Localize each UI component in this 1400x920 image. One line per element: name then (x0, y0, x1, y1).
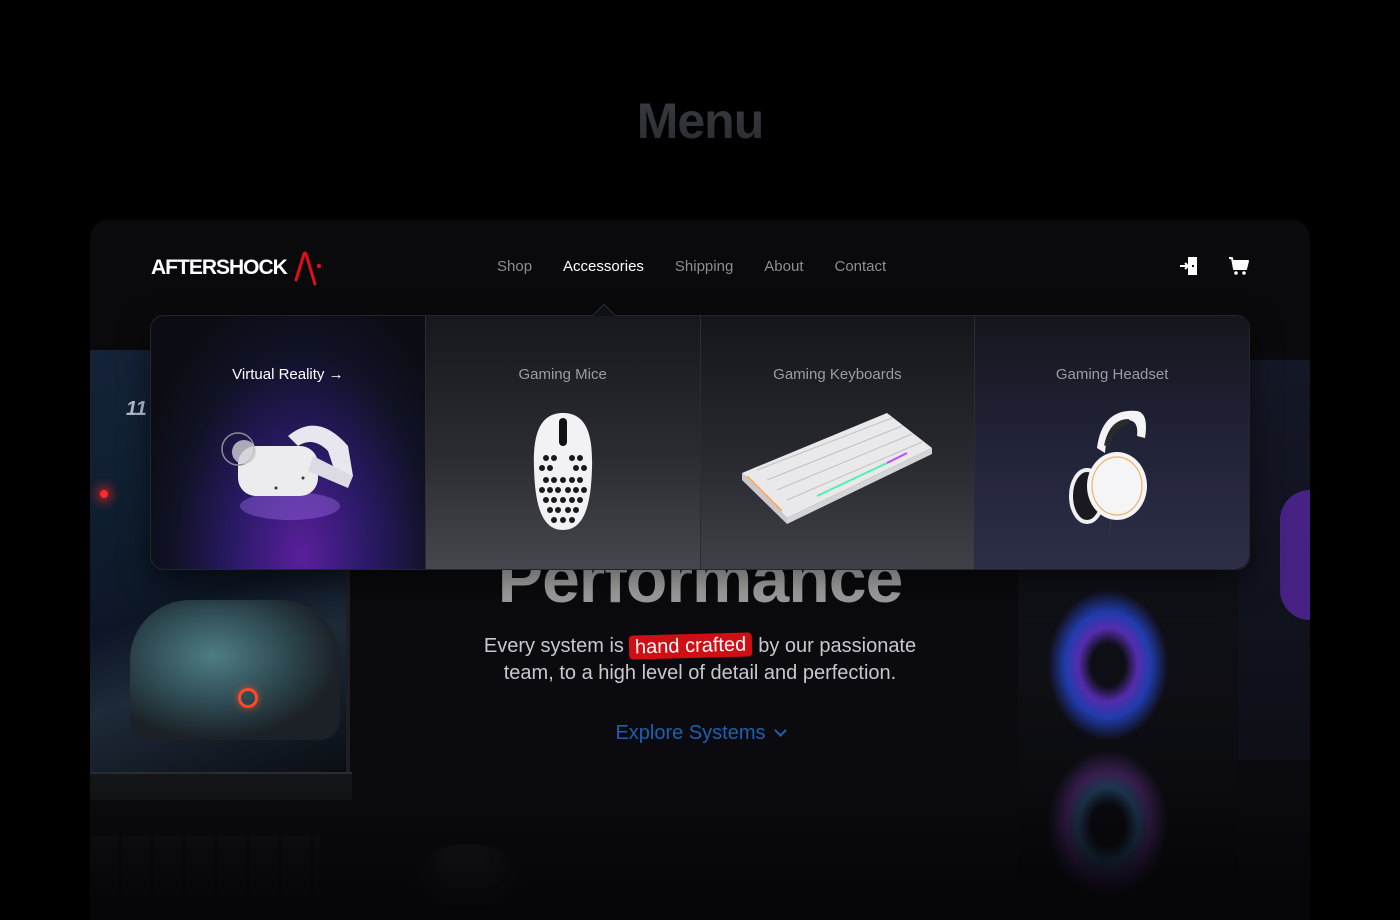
car-taillight (238, 688, 258, 708)
explore-systems-button[interactable]: Explore Systems (90, 722, 1310, 745)
logo-mark-icon (294, 251, 322, 286)
nav-link-contact[interactable]: Contact (835, 258, 887, 275)
nav-link-shipping[interactable]: Shipping (675, 258, 733, 275)
dropdown-item-virtual-reality[interactable]: Virtual Reality → (151, 316, 426, 569)
vr-headset-image (221, 425, 353, 520)
cart-icon[interactable] (1228, 255, 1250, 277)
logo-text: AFTERSHOCK (151, 256, 288, 279)
gaming-keyboard-image (742, 413, 933, 524)
dropdown-item-gaming-headset[interactable]: Gaming Headset (975, 316, 1249, 569)
dropdown-item-label: Virtual Reality → (232, 366, 344, 383)
website-frame: 11 Performance Every system is hand craf… (90, 220, 1310, 920)
nav-link-shop[interactable]: Shop (497, 258, 532, 275)
chevron-down-icon (773, 724, 787, 737)
dropdown-item-gaming-keyboards[interactable]: Gaming Keyboards (700, 316, 976, 569)
explore-systems-label: Explore Systems (615, 722, 766, 744)
subtitle-line2: team, to a high level of detail and perf… (503, 662, 897, 684)
subtitle-before: Every system is (483, 635, 624, 657)
subtitle-after: by our passionate (758, 635, 917, 657)
navbar: AFTERSHOCK Shop Accessories Shipping Abo… (90, 220, 1310, 315)
gaming-headset-image (1069, 410, 1148, 537)
nav-link-accessories[interactable]: Accessories (563, 258, 644, 275)
monitor-number: 11 (126, 398, 147, 420)
gaming-mouse-image (533, 413, 592, 530)
login-icon[interactable] (1178, 255, 1200, 277)
traffic-light (100, 490, 108, 498)
accessories-dropdown: Virtual Reality → Gaming Mice Gaming Key… (150, 303, 1250, 570)
page-heading: Menu (0, 92, 1400, 150)
dropdown-item-label: Gaming Keyboards (773, 366, 902, 383)
dropdown-item-label: Gaming Headset (1055, 366, 1169, 383)
nav-links: Shop Accessories Shipping About Contact (497, 258, 886, 275)
dropdown-item-label: Gaming Mice (518, 366, 607, 383)
subtitle-highlight: hand crafted (629, 632, 753, 660)
hero-subtitle: Every system is hand crafted by our pass… (90, 632, 1310, 687)
dropdown-item-gaming-mice[interactable]: Gaming Mice (425, 316, 701, 569)
scene-fade (90, 780, 1310, 920)
nav-link-about[interactable]: About (764, 258, 803, 275)
nav-icons (1178, 255, 1250, 277)
brand-logo[interactable]: AFTERSHOCK (151, 250, 323, 286)
